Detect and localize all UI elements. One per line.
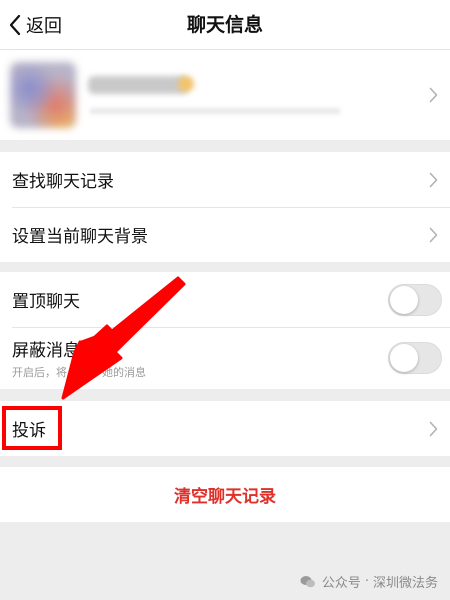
complain-label: 投诉 xyxy=(12,421,46,441)
chevron-right-icon xyxy=(429,227,438,242)
clear-chat-history-label: 清空聊天记录 xyxy=(174,487,276,507)
back-label: 返回 xyxy=(26,16,62,37)
watermark-account-name: 深圳微法务 xyxy=(372,576,438,591)
mute-messages-label: 屏蔽消息 xyxy=(12,341,80,361)
page-title: 聊天信息 xyxy=(186,14,263,36)
find-chat-history-row[interactable]: 查找聊天记录 xyxy=(0,152,450,207)
back-button[interactable]: 返回 xyxy=(8,0,62,50)
watermark: 公众号 · 深圳微法务 xyxy=(300,572,438,591)
watermark-account-type: 公众号 xyxy=(321,576,361,591)
pin-chat-label: 置顶聊天 xyxy=(12,292,80,312)
set-chat-background-label: 设置当前聊天背景 xyxy=(12,227,148,247)
nav-bar: 返回 聊天信息 xyxy=(0,0,450,50)
mute-messages-toggle[interactable] xyxy=(388,342,442,374)
chevron-left-icon xyxy=(9,14,21,36)
mute-messages-hint: 开启后，将 她的消息 xyxy=(12,366,146,379)
complain-row[interactable]: 投诉 xyxy=(0,401,450,456)
contact-name-blurred xyxy=(88,76,188,94)
set-chat-background-row[interactable]: 设置当前聊天背景 xyxy=(0,207,450,262)
wechat-icon xyxy=(300,575,315,587)
pin-chat-toggle[interactable] xyxy=(388,283,442,316)
toggle-knob xyxy=(390,344,418,372)
complain-group: 投诉 xyxy=(0,401,450,456)
chevron-right-icon xyxy=(429,87,438,103)
chevron-right-icon xyxy=(429,421,438,436)
avatar xyxy=(10,62,76,128)
contact-badge-blurred xyxy=(178,76,194,92)
toggle-knob xyxy=(390,285,418,314)
clear-chat-history-button[interactable]: 清空聊天记录 xyxy=(0,467,450,522)
find-chat-history-label: 查找聊天记录 xyxy=(12,172,114,192)
contact-detail-blurred xyxy=(90,108,340,114)
mute-messages-row: 屏蔽消息 开启后，将 她的消息 xyxy=(0,327,450,389)
watermark-separator: · xyxy=(364,574,369,589)
pin-chat-row: 置顶聊天 xyxy=(0,272,450,327)
chat-tools-group: 查找聊天记录 设置当前聊天背景 xyxy=(0,152,450,262)
contact-profile-row[interactable] xyxy=(0,50,450,140)
chevron-right-icon xyxy=(429,172,438,187)
chat-toggles-group: 置顶聊天 屏蔽消息 开启后，将 她的消息 xyxy=(0,272,450,389)
